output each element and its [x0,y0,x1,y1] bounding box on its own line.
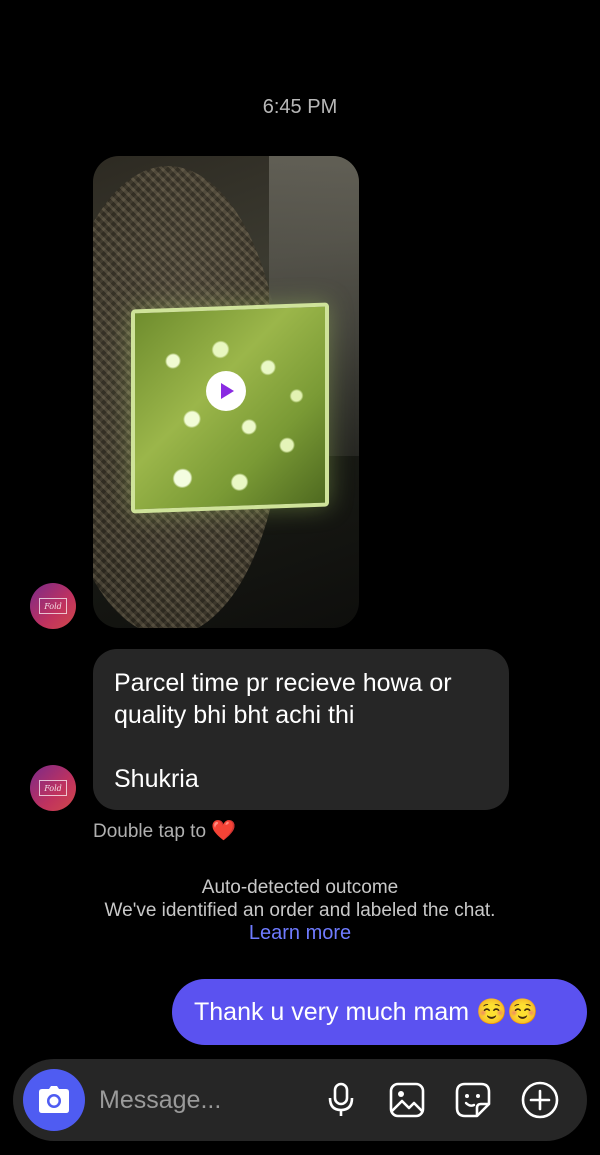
avatar-logo: Fold [39,780,67,796]
double-tap-text: Double tap to [93,821,207,842]
message-timestamp: 6:45 PM [262,96,338,118]
sent-message-text: Thank u very much mam ☺️☺️ [194,997,539,1026]
sent-message-bubble[interactable]: Thank u very much mam ☺️☺️ [172,979,587,1045]
play-icon [221,383,234,399]
received-message-bubble[interactable]: Parcel time pr recieve howa or quality b… [93,649,509,810]
message-composer [13,1059,587,1141]
auto-detected-notice: Auto-detected outcome We've identified a… [0,876,600,945]
microphone-button[interactable] [322,1081,360,1119]
add-button[interactable] [521,1081,559,1119]
auto-detected-body: We've identified an order and labeled th… [104,900,496,921]
auto-detected-title: Auto-detected outcome [201,877,399,898]
heart-icon: ❤️ [211,820,237,842]
camera-button[interactable] [23,1069,85,1131]
video-message[interactable] [93,156,359,628]
chat-screen: 6:45 PM Fold Parcel time pr recieve howa… [0,0,600,1155]
play-button[interactable] [206,371,246,411]
sticker-icon [455,1082,491,1118]
sender-avatar[interactable]: Fold [30,765,76,811]
plus-icon [521,1081,559,1119]
gallery-icon [389,1082,425,1118]
camera-icon [39,1086,69,1113]
double-tap-hint: Double tap to ❤️ [93,818,236,843]
sticker-button[interactable] [454,1081,492,1119]
received-message-line: quality bhi bht achi thi [114,701,355,729]
sender-avatar[interactable]: Fold [30,583,76,629]
learn-more-link[interactable]: Learn more [0,922,600,945]
received-message-line: Shukria [114,765,199,793]
received-message-line: Parcel time pr recieve howa or [114,669,452,697]
microphone-icon [328,1082,354,1116]
message-input[interactable] [99,1083,319,1117]
avatar-logo: Fold [39,598,67,614]
gallery-button[interactable] [388,1081,426,1119]
